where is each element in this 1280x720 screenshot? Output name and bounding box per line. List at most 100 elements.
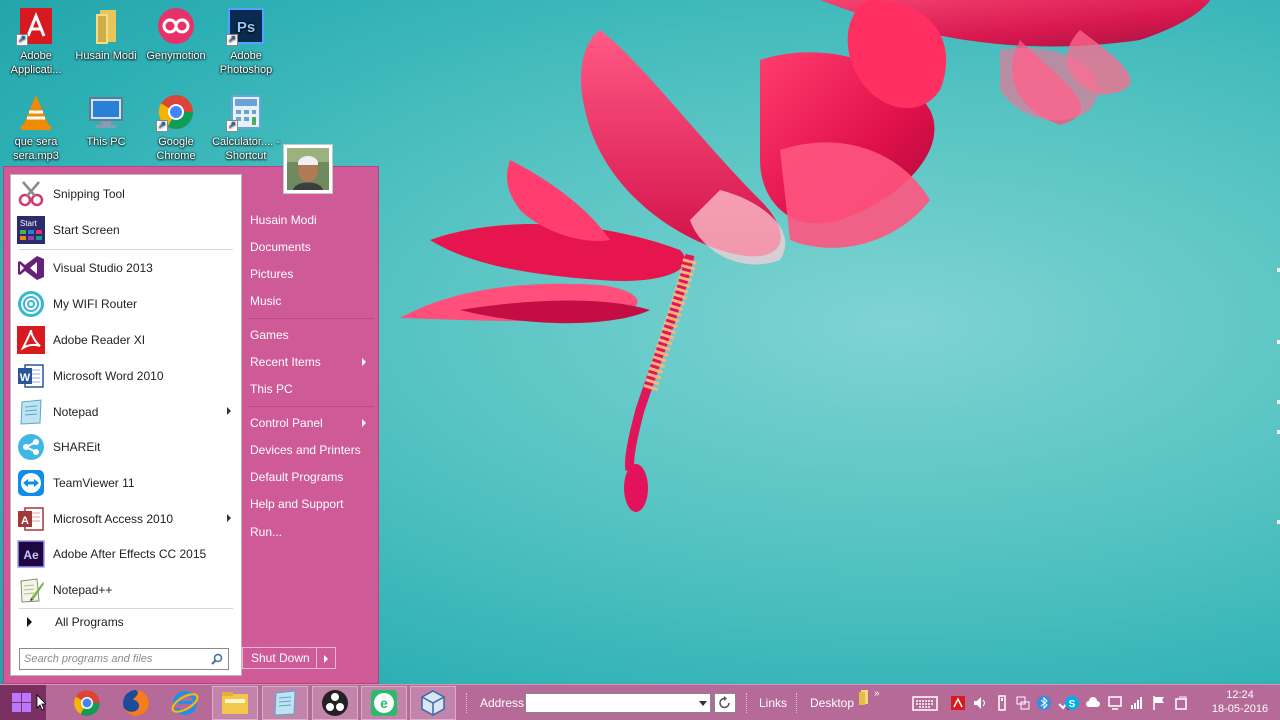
toolbar-grip[interactable] [796,693,799,713]
taskbar-internet-explorer-button[interactable] [162,686,208,720]
places-item-label: Music [250,294,282,308]
search-icon[interactable] [211,653,223,665]
places-item-this-pc[interactable]: This PC [244,378,374,400]
program-notepad-plus-plus[interactable]: Notepad++ [15,573,237,607]
desktop-icon-label: Husain Modi [75,50,137,62]
bluetooth-icon[interactable] [1036,695,1052,711]
skype-icon[interactable]: S [1064,695,1080,711]
places-item-run[interactable]: Run... [244,521,374,543]
desktop-icon-que-sera-sera[interactable]: que sera sera.mp3 [0,92,72,163]
program-microsoft-word-2010[interactable]: W Microsoft Word 2010 [15,359,237,393]
program-start-screen[interactable]: Start Start Screen [15,213,237,247]
chevron-double-right-icon[interactable]: » [874,675,880,711]
desktop-toolbar-label[interactable]: Desktop [810,685,854,720]
windows-logo-icon [0,685,47,720]
desktop-icon-genymotion[interactable]: Genymotion [140,6,212,63]
start-screen-icon-text: Start [20,219,38,228]
program-my-wifi-router[interactable]: My WIFI Router [15,287,237,321]
desktop-icon-adobe[interactable]: ↗ Adobe Applicati... [0,6,72,77]
links-toolbar-label[interactable]: Links [759,685,787,720]
places-item-husain-modi[interactable]: Husain Modi [244,209,374,231]
program-microsoft-access-2010[interactable]: A Microsoft Access 2010 [15,502,237,536]
program-label: Adobe After Effects CC 2015 [53,547,207,561]
vlc-icon [16,92,56,132]
dropdown-arrow-icon[interactable] [699,701,707,706]
toolbar-grip[interactable] [746,693,749,713]
taskbar-notepad-button[interactable] [262,686,308,720]
folder-icon[interactable] [856,689,872,705]
program-teamviewer-11[interactable]: TeamViewer 11 [15,466,237,500]
places-item-pictures[interactable]: Pictures [244,263,374,285]
desktop-icon-photoshop[interactable]: Ps ↗ Adobe Photoshop [210,6,282,77]
desktop-icon-label: This PC [86,136,126,148]
volume-icon[interactable] [972,695,988,711]
places-item-control-panel[interactable]: Control Panel [244,412,374,434]
places-item-default-programs[interactable]: Default Programs [244,466,374,488]
taskbar: e Address Links Desktop » S 12:24 18-05-… [0,684,1280,720]
shut-down-options-arrow-icon[interactable] [316,648,335,668]
search-input[interactable] [24,650,210,668]
display-icon[interactable] [1107,695,1123,711]
shareit-icon [17,433,45,461]
program-label: Microsoft Word 2010 [53,369,164,383]
program-snipping-tool[interactable]: Snipping Tool [15,177,237,211]
action-center-flag-icon[interactable] [1151,695,1167,711]
taskbar-chrome-button[interactable] [64,686,110,720]
scissors-icon [17,180,45,208]
desktop-icon-google-chrome[interactable]: ↗ Google Chrome [140,92,212,163]
address-bar[interactable] [525,693,711,713]
submenu-arrow-icon [227,514,231,522]
program-label: Start Screen [53,223,120,237]
all-programs-button[interactable]: All Programs [15,611,237,633]
places-item-help-and-support[interactable]: Help and Support [244,493,374,515]
taskbar-obs-button[interactable] [312,686,358,720]
address-go-button[interactable] [714,693,736,713]
shut-down-button[interactable]: Shut Down [243,648,316,668]
places-item-documents[interactable]: Documents [244,236,374,258]
program-shareit[interactable]: SHAREit [15,430,237,464]
program-adobe-after-effects-cc-2015[interactable]: Ae Adobe After Effects CC 2015 [15,537,237,571]
address-input[interactable] [526,694,694,712]
program-adobe-reader-xi[interactable]: Adobe Reader XI [15,323,237,357]
svg-text:S: S [1069,699,1076,710]
chrome-icon [74,690,100,716]
taskbar-file-explorer-button[interactable] [212,686,258,720]
desktop-icon-this-pc[interactable]: This PC [70,92,142,149]
places-item-devices-and-printers[interactable]: Devices and Printers [244,439,374,461]
adobe-reader-icon [17,326,45,354]
places-item-games[interactable]: Games [244,324,374,346]
taskbar-clock[interactable]: 12:24 18-05-2016 [1210,688,1270,716]
notifications-icon[interactable] [1173,695,1189,711]
places-item-label: Devices and Printers [250,443,361,457]
desktop-icon-label: que sera sera.mp3 [13,136,59,162]
taskbar-virtualbox-button[interactable] [410,686,456,720]
start-menu-places-pane: Husain Modi Documents Pictures Music Gam… [244,167,378,683]
start-button[interactable] [0,685,47,720]
toolbar-grip[interactable] [466,693,469,713]
network-icon[interactable] [1015,695,1031,711]
taskbar-green-e-button[interactable]: e [361,686,407,720]
taskbar-firefox-button[interactable] [113,686,159,720]
desktop-icon-calculator-shortcut[interactable]: ↗ Calculator.... - Shortcut [210,92,282,163]
program-visual-studio-2013[interactable]: Visual Studio 2013 [15,251,237,285]
start-menu-programs-pane: Snipping Tool Start Start Screen Visual … [10,174,242,676]
svg-text:W: W [20,372,31,384]
svg-text:Ps: Ps [237,19,255,36]
program-notepad[interactable]: Notepad [15,395,237,429]
desktop-icon-husain-modi[interactable]: Husain Modi [70,6,142,63]
keyboard-icon[interactable] [912,695,938,711]
places-item-label: Run... [250,525,283,539]
usb-device-icon[interactable] [994,695,1010,711]
wifi-signal-icon[interactable] [1129,695,1145,711]
adobe-tray-icon[interactable] [950,695,966,711]
program-label: Microsoft Access 2010 [53,512,174,526]
places-item-music[interactable]: Music [244,290,374,312]
start-search-box[interactable] [19,648,229,670]
places-item-recent-items[interactable]: Recent Items [244,351,374,373]
cloud-icon[interactable] [1085,695,1101,711]
separator [19,249,233,250]
triangle-right-icon [27,617,32,627]
wifi-icon [17,290,45,318]
desktop-icon-label: Adobe Photoshop [219,50,273,76]
user-account-picture[interactable] [283,144,333,194]
